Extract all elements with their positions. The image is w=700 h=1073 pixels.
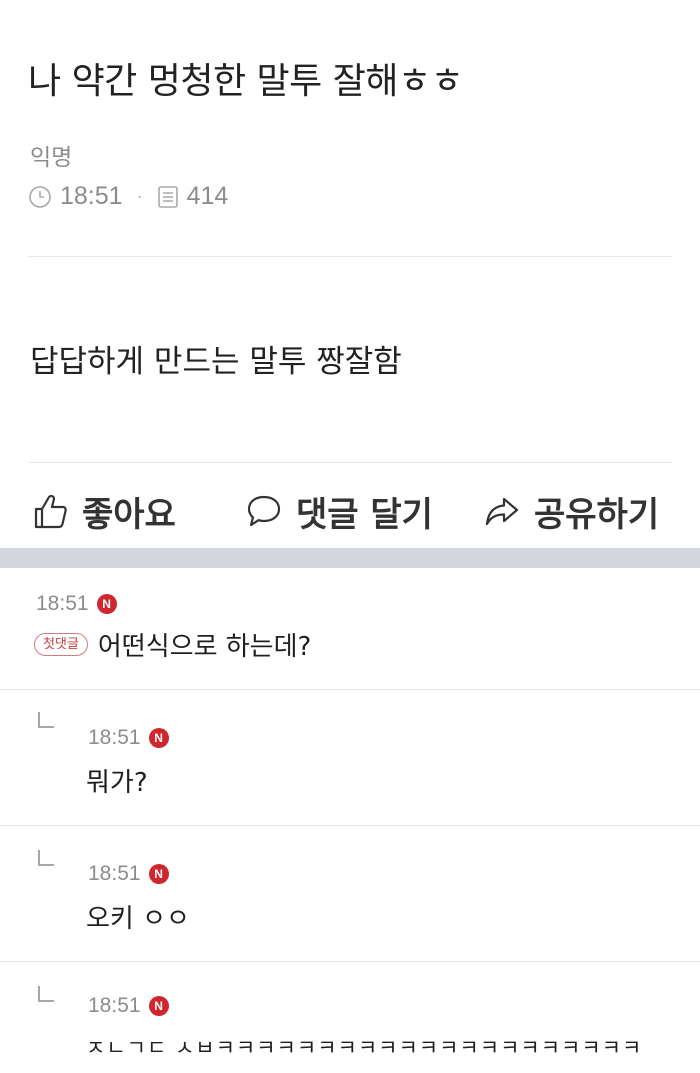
reply-arrow-icon: [38, 712, 54, 728]
comment-meta: 18:51 N: [36, 592, 117, 616]
post-author: 익명: [30, 145, 73, 171]
post-actions: 좋아요 댓글 달기 공유하기: [0, 480, 700, 542]
like-button[interactable]: 좋아요: [30, 480, 176, 542]
comment-label: 댓글 달기: [296, 494, 433, 535]
reply-item: 18:51 N ㅈㄴㄱㄷ ㅅㅂㅋㅋㅋㅋㅋㅋㅋㅋㅋㅋㅋㅋㅋㅋㅋㅋㅋㅋㅋㅋㅋ: [0, 962, 700, 1073]
post-time: 18:51: [60, 182, 123, 210]
meta-separator: ·: [136, 186, 143, 206]
comment-meta: 18:51 N: [88, 726, 169, 750]
comment-time: 18:51: [88, 994, 141, 1017]
reply-item: 18:51 N 오키 ㅇㅇ: [0, 826, 700, 962]
clock-icon: [29, 185, 51, 208]
new-badge: N: [148, 996, 169, 1016]
reply-arrow-icon: [38, 986, 54, 1002]
comment-item: 18:51 N 첫댓글 어떤식으로 하는데?: [0, 574, 700, 690]
reply-arrow-icon: [38, 850, 54, 866]
like-label: 좋아요: [82, 494, 176, 535]
post-meta: 18:51 · 414: [28, 182, 228, 211]
share-label: 공유하기: [534, 494, 660, 535]
comment-time: 18:51: [88, 862, 141, 885]
comment-time: 18:51: [36, 592, 89, 615]
post-views: 414: [186, 182, 229, 210]
reply-item: 18:51 N 뭐가?: [0, 690, 700, 826]
comment-text: 어떤식으로 하는데?: [97, 632, 312, 662]
document-icon: [157, 185, 178, 208]
new-badge: N: [96, 594, 117, 614]
comment-text: ㅈㄴㄱㄷ ㅅㅂㅋㅋㅋㅋㅋㅋㅋㅋㅋㅋㅋㅋㅋㅋㅋㅋㅋㅋㅋㅋㅋ: [86, 1036, 643, 1060]
comment-text: 뭐가?: [86, 768, 148, 798]
divider: [28, 462, 672, 463]
speech-bubble-icon: [247, 495, 281, 527]
comment-meta: 18:51 N: [88, 994, 169, 1018]
comment-content: 첫댓글 어떤식으로 하는데?: [34, 626, 311, 663]
section-separator: [0, 548, 700, 568]
comment-meta: 18:51 N: [88, 862, 169, 886]
first-comment-badge: 첫댓글: [34, 633, 88, 656]
thumbs-up-icon: [34, 494, 67, 529]
comment-text: 오키 ㅇㅇ: [86, 904, 190, 934]
share-button[interactable]: 공유하기: [482, 480, 659, 542]
comment-button[interactable]: 댓글 달기: [244, 480, 433, 542]
new-badge: N: [148, 728, 169, 748]
new-badge: N: [148, 864, 169, 884]
comment-time: 18:51: [88, 726, 141, 749]
post-title: 나 약간 멍청한 말투 잘해ㅎㅎ: [28, 61, 464, 102]
divider: [28, 256, 672, 257]
post-body: 답답하게 만드는 말투 짱잘함: [30, 344, 402, 380]
share-arrow-icon: [485, 497, 519, 526]
